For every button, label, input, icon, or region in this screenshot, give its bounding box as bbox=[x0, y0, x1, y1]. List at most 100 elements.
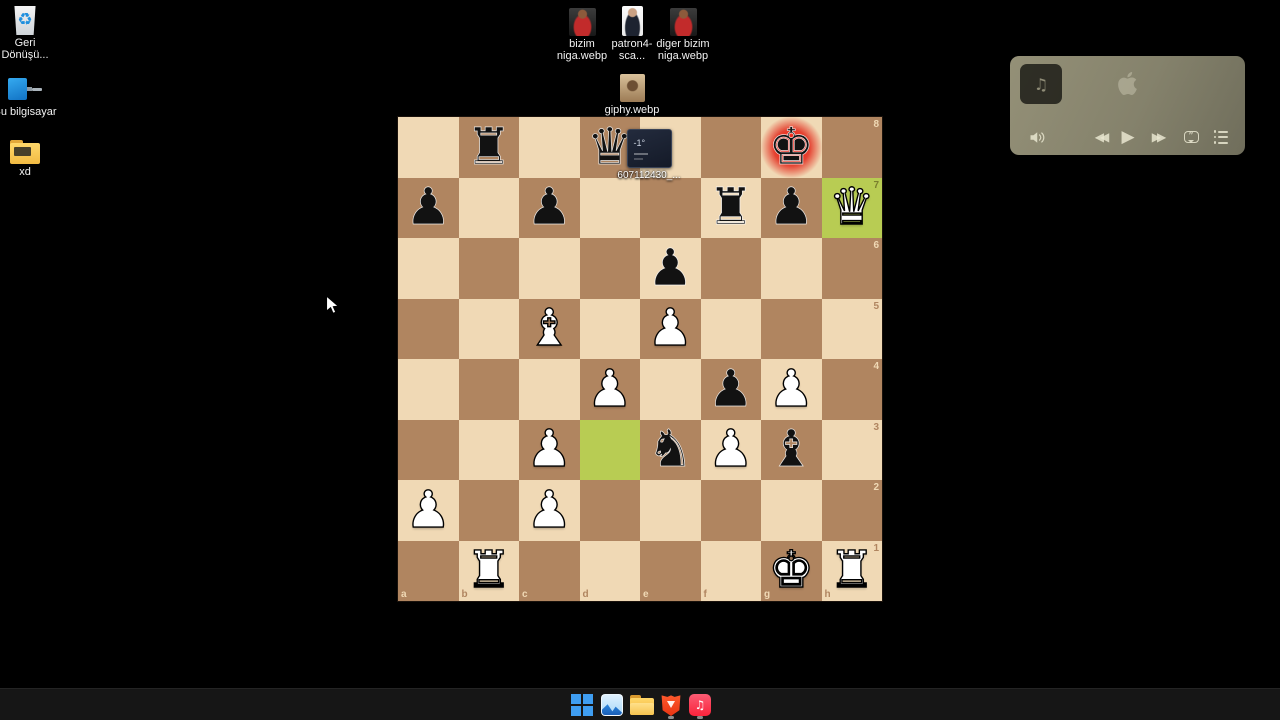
square-c8[interactable] bbox=[519, 117, 580, 178]
square-e1[interactable]: e bbox=[640, 540, 701, 601]
square-b1[interactable]: b ♜ bbox=[458, 540, 520, 602]
black-knight[interactable]: ♞ bbox=[640, 420, 701, 481]
square-h5[interactable]: 5 bbox=[821, 298, 882, 359]
white-rook[interactable]: ♜ bbox=[822, 541, 883, 602]
square-b2[interactable] bbox=[458, 480, 519, 541]
square-f8[interactable] bbox=[700, 117, 761, 178]
volume-button[interactable] bbox=[1027, 128, 1049, 146]
desktop-icon-folder-xd[interactable]: xd bbox=[0, 140, 57, 179]
square-d1[interactable]: d bbox=[579, 540, 640, 601]
white-king[interactable]: ♚ bbox=[761, 541, 822, 602]
square-h6[interactable]: 6 bbox=[821, 238, 882, 299]
square-c6[interactable] bbox=[519, 238, 580, 299]
square-h8[interactable]: 8 bbox=[821, 117, 882, 178]
white-pawn[interactable]: ♟ bbox=[519, 480, 580, 541]
white-pawn[interactable]: ♟ bbox=[701, 420, 762, 481]
square-f5[interactable] bbox=[700, 298, 761, 359]
square-h2[interactable]: 2 bbox=[821, 480, 882, 541]
square-h7[interactable]: 7 ♛ bbox=[821, 177, 883, 239]
square-g3[interactable]: ♝ bbox=[761, 419, 822, 481]
desktop-icon-giphy[interactable]: giphy.webp bbox=[600, 74, 664, 117]
white-pawn[interactable]: ♟ bbox=[640, 299, 701, 360]
play-button[interactable]: ▶ bbox=[1118, 127, 1138, 147]
taskbar-brave-button[interactable] bbox=[659, 693, 683, 717]
taskbar-apple-music-button[interactable]: ♫ bbox=[688, 693, 712, 717]
square-g7[interactable]: ♟ bbox=[761, 177, 822, 238]
black-bishop[interactable]: ♝ bbox=[761, 420, 822, 481]
square-d6[interactable] bbox=[579, 238, 640, 299]
square-a5[interactable] bbox=[398, 298, 459, 359]
white-bishop[interactable]: ♝ bbox=[519, 299, 580, 360]
square-c4[interactable] bbox=[519, 359, 580, 420]
square-f1[interactable]: f bbox=[700, 540, 761, 601]
black-rook[interactable]: ♜ bbox=[459, 117, 520, 178]
square-f2[interactable] bbox=[700, 480, 761, 541]
desktop-icon-this-pc[interactable]: Bu bilgisayar bbox=[0, 74, 57, 119]
black-pawn[interactable]: ♟ bbox=[519, 178, 580, 239]
square-e6[interactable]: ♟ bbox=[640, 238, 701, 299]
square-f4[interactable]: ♟ bbox=[700, 359, 762, 420]
floating-file-icon[interactable]: -1° 607112430_... bbox=[604, 129, 694, 181]
square-d2[interactable] bbox=[579, 480, 640, 541]
square-g8[interactable]: ♚ bbox=[761, 117, 822, 178]
white-pawn[interactable]: ♟ bbox=[761, 359, 822, 420]
fast-forward-button[interactable]: ▶▶ bbox=[1146, 128, 1168, 146]
desktop-icon-recycle-bin[interactable]: ♻ Geri Dönüşü... bbox=[0, 6, 57, 61]
square-f3[interactable]: ♟ bbox=[700, 419, 762, 481]
rewind-button[interactable]: ◀◀ bbox=[1089, 128, 1111, 146]
square-a7[interactable]: ♟ bbox=[398, 177, 459, 239]
square-f7[interactable]: ♜ bbox=[700, 177, 762, 239]
square-c2[interactable]: ♟ bbox=[519, 480, 580, 541]
square-a2[interactable]: ♟ bbox=[398, 480, 459, 541]
square-a6[interactable] bbox=[398, 238, 459, 299]
square-g6[interactable] bbox=[761, 238, 822, 299]
square-a4[interactable] bbox=[398, 359, 459, 420]
square-e5[interactable]: ♟ bbox=[640, 298, 701, 360]
square-d4[interactable]: ♟ bbox=[579, 359, 641, 420]
square-c5[interactable]: ♝ bbox=[519, 298, 580, 360]
square-d7[interactable] bbox=[579, 177, 640, 238]
black-pawn[interactable]: ♟ bbox=[398, 178, 459, 239]
taskbar-file-explorer-button[interactable] bbox=[630, 693, 654, 717]
black-pawn[interactable]: ♟ bbox=[701, 359, 762, 420]
lyrics-button[interactable]: ” bbox=[1180, 128, 1202, 146]
white-rook[interactable]: ♜ bbox=[459, 541, 520, 602]
square-b4[interactable] bbox=[458, 359, 519, 420]
queue-button[interactable] bbox=[1210, 128, 1232, 146]
black-pawn[interactable]: ♟ bbox=[640, 238, 701, 299]
square-c3[interactable]: ♟ bbox=[519, 419, 580, 481]
square-a1[interactable]: a bbox=[398, 540, 459, 601]
square-d3[interactable] bbox=[579, 419, 640, 480]
square-h3[interactable]: 3 bbox=[821, 419, 882, 480]
square-c7[interactable]: ♟ bbox=[519, 177, 580, 239]
square-g1[interactable]: g ♚ bbox=[761, 540, 822, 602]
square-b5[interactable] bbox=[458, 298, 519, 359]
square-g4[interactable]: ♟ bbox=[761, 359, 822, 420]
square-b6[interactable] bbox=[458, 238, 519, 299]
white-queen[interactable]: ♛ bbox=[822, 178, 883, 239]
square-e2[interactable] bbox=[640, 480, 701, 541]
white-pawn[interactable]: ♟ bbox=[519, 420, 580, 481]
white-pawn[interactable]: ♟ bbox=[580, 359, 641, 420]
black-king[interactable]: ♚ bbox=[761, 117, 822, 178]
square-e3[interactable]: ♞ bbox=[640, 419, 701, 481]
black-rook[interactable]: ♜ bbox=[701, 178, 762, 239]
square-c1[interactable]: c bbox=[519, 540, 580, 601]
chess-board[interactable]: ♜ ♛ ♚ 8 ♟ ♟ ♜ ♟ 7 ♛ ♟ 6 ♝ ♟ 5 ♟ ♟ ♟ 4 ♟ ♞ ♟ ♝ 3 ♟ ♟ 2 a b ♜ c d e f g ♚ 1 h ♜ bbox=[398, 117, 882, 601]
square-g5[interactable] bbox=[761, 298, 822, 359]
taskbar-photos-button[interactable] bbox=[600, 693, 624, 717]
square-a3[interactable] bbox=[398, 419, 459, 480]
start-button[interactable] bbox=[570, 693, 594, 717]
square-d5[interactable] bbox=[579, 298, 640, 359]
desktop-icon-diger-bizim[interactable]: diger bizim niga.webp bbox=[651, 8, 715, 62]
square-f6[interactable] bbox=[700, 238, 761, 299]
square-b3[interactable] bbox=[458, 419, 519, 480]
white-pawn[interactable]: ♟ bbox=[398, 480, 459, 541]
square-h1[interactable]: 1 h ♜ bbox=[821, 540, 883, 602]
square-b7[interactable] bbox=[458, 177, 519, 238]
square-e4[interactable] bbox=[640, 359, 701, 420]
square-e7[interactable] bbox=[640, 177, 701, 238]
square-g2[interactable] bbox=[761, 480, 822, 541]
square-a8[interactable] bbox=[398, 117, 459, 178]
square-h4[interactable]: 4 bbox=[821, 359, 882, 420]
